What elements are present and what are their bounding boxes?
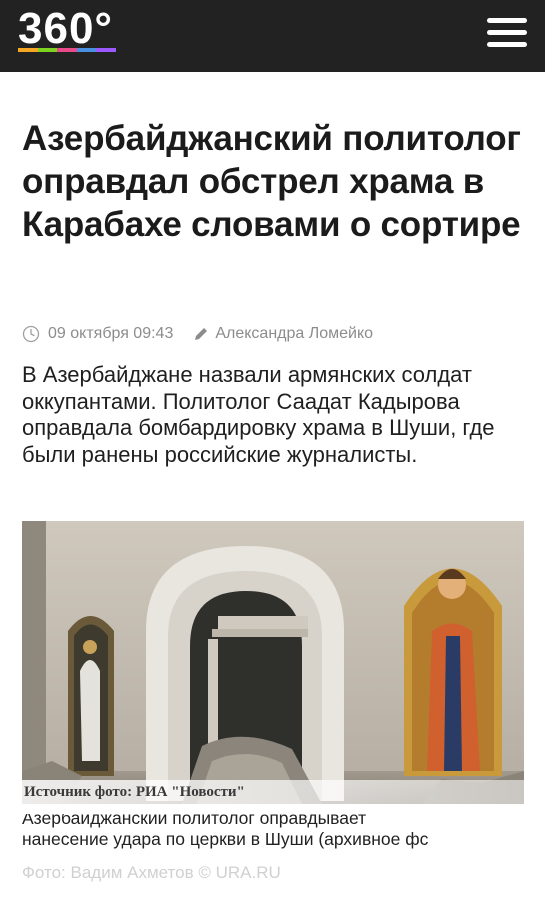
stripe-segment	[18, 48, 38, 52]
stripe-segment	[37, 48, 58, 52]
church-interior-photo	[22, 521, 524, 804]
pen-icon	[195, 328, 208, 340]
publish-date: 09 октября 09:43	[48, 325, 174, 342]
site-logo[interactable]: 360°	[18, 4, 113, 54]
logo-stripe	[18, 48, 116, 52]
stripe-segment	[96, 48, 116, 52]
article-title: Азербайджанский политолог оправдал обстр…	[22, 119, 521, 244]
caption-line-cut: Азербайджанский политолог оправдывает	[22, 814, 367, 828]
author-link[interactable]: Александра Ломейко	[215, 325, 373, 343]
stripe-segment	[76, 48, 97, 52]
photo-credit: Источник фото: РИА "Новости"	[22, 780, 524, 804]
clock-icon	[22, 325, 40, 343]
article-lead: В Азербайджане назвали армянских солдат …	[22, 362, 495, 467]
hamburger-icon[interactable]	[487, 18, 527, 48]
article-photo[interactable]: Источник фото: РИА "Новости"	[22, 521, 524, 804]
photo-author: Фото: Вадим Ахметов © URA.RU	[22, 863, 281, 882]
stripe-segment	[57, 48, 77, 52]
photo-caption: Азербайджанский политолог оправдывает на…	[22, 814, 532, 850]
article-meta: 09 октября 09:43 Александра Ломейко	[22, 322, 373, 346]
caption-line: нанесение удара по церкви в Шуши (архивн…	[22, 829, 429, 849]
top-bar: 360°	[0, 0, 545, 72]
